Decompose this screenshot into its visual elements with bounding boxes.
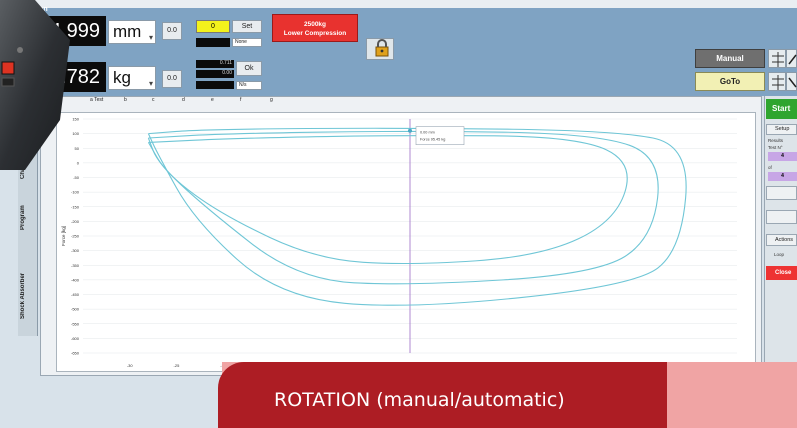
y-tick-label: -300	[71, 248, 80, 253]
manual-mode-button[interactable]: Manual	[695, 49, 765, 68]
jog-up-icon[interactable]	[768, 49, 786, 68]
limit-set-value[interactable]: 0	[196, 20, 230, 33]
y-tick-label: -600	[71, 336, 80, 341]
chart-tab-g[interactable]: g	[270, 97, 273, 103]
close-button[interactable]: Close	[766, 266, 797, 280]
y-tick-label: -350	[71, 263, 80, 268]
tooltip-line: Force 95.45 kg	[420, 138, 445, 142]
limit-mode-select[interactable]: None	[232, 38, 262, 47]
cursor-tooltip	[415, 126, 465, 145]
alarm-line-2: Lower Compression	[283, 30, 347, 37]
force-chart[interactable]: 150 100 50 0 -50 -100 -150 -200 -250 -300 -350 -400…	[56, 112, 756, 372]
y-tick-label: -250	[71, 234, 80, 239]
chevron-down-icon: ▾	[148, 33, 153, 42]
rate-unit-select[interactable]: N/s	[236, 81, 262, 90]
readout-1: 0.711	[196, 60, 234, 68]
nav-prev-button[interactable]	[766, 186, 797, 200]
tooltip-line: 0.00 mm	[420, 131, 435, 135]
readout-3	[196, 81, 234, 89]
x-tick-label: -25	[174, 363, 181, 368]
y-tick-label: -550	[71, 321, 80, 326]
chart-tab-d[interactable]: d	[182, 97, 185, 103]
loop-label[interactable]: Loop	[774, 252, 784, 257]
y-tick-label: -650	[71, 351, 80, 356]
chart-svg: 150100500-50-100-150-200-250-300-350-400…	[61, 117, 737, 368]
rotation-banner: ROTATION (manual/automatic)	[218, 362, 667, 428]
lower-compression-alarm-button[interactable]: 2500kg Lower Compression	[272, 14, 358, 42]
y-tick-label: 0	[77, 160, 80, 165]
force-unit-label: kg	[113, 68, 131, 87]
position-unit-select[interactable]: mm ▾	[108, 20, 156, 44]
position-zero-button[interactable]: 0.0	[162, 22, 182, 40]
nav-first-button[interactable]	[766, 210, 797, 224]
chart-tab-c[interactable]: c	[152, 97, 155, 103]
y-axis-label: Force [kg]	[61, 226, 66, 246]
chart-tab-strip: a Test b c d e f g	[90, 97, 760, 107]
tab-program[interactable]: Program	[20, 188, 36, 248]
y-tick-label: -450	[71, 292, 80, 297]
y-tick-label: -150	[71, 204, 80, 209]
y-tick-label: -200	[71, 219, 80, 224]
force-zero-button[interactable]: 0.0	[162, 70, 182, 88]
tab-shock-absorber[interactable]: Shock Absorber	[20, 256, 36, 336]
force-unit-select[interactable]: kg ▾	[108, 66, 156, 90]
start-button[interactable]: Start	[766, 99, 797, 119]
lock-button[interactable]	[366, 38, 394, 60]
test-number-label: Test N°	[768, 145, 783, 150]
limit-dark-field	[196, 38, 230, 47]
setup-button[interactable]: Setup	[766, 124, 797, 135]
jog-down-icon[interactable]	[768, 72, 786, 91]
results-label: Results	[768, 138, 784, 143]
chart-tab-e[interactable]: e	[211, 97, 214, 103]
readout-2: 0.00	[196, 70, 234, 78]
cursor-marker	[408, 128, 412, 133]
x-tick-label: -30	[127, 363, 134, 368]
y-tick-label: -500	[71, 307, 80, 312]
y-tick-label: -400	[71, 277, 80, 282]
series-line-3	[147, 135, 628, 265]
chart-tab-b[interactable]: b	[124, 97, 127, 103]
y-tick-label: -100	[71, 190, 80, 195]
chart-tab-a[interactable]: a Test	[90, 97, 103, 103]
limit-set-button[interactable]: Set	[232, 20, 262, 33]
arrow-up-icon[interactable]	[786, 49, 797, 68]
total-tests-value: 4	[768, 172, 797, 181]
y-tick-label: 50	[75, 146, 80, 151]
actions-button[interactable]: Actions	[766, 234, 797, 246]
ok-button[interactable]: Ok	[236, 61, 262, 76]
chevron-down-icon: ▾	[148, 79, 153, 88]
alarm-line-1: 2500kg	[303, 21, 327, 28]
of-label: of	[768, 165, 772, 170]
tab-label: Program	[20, 205, 26, 231]
y-tick-label: -50	[73, 175, 80, 180]
chart-tab-f[interactable]: f	[240, 97, 241, 103]
lock-icon	[375, 39, 389, 57]
goto-button[interactable]: GoTo	[695, 72, 765, 91]
test-number-value: 4	[768, 152, 797, 161]
window-top-strip	[20, 0, 797, 8]
arrow-down-icon[interactable]	[786, 72, 797, 91]
series-line-2	[147, 130, 659, 285]
device-photo	[0, 0, 75, 170]
position-unit-label: mm	[113, 22, 142, 41]
tab-label: Shock Absorber	[20, 272, 26, 320]
